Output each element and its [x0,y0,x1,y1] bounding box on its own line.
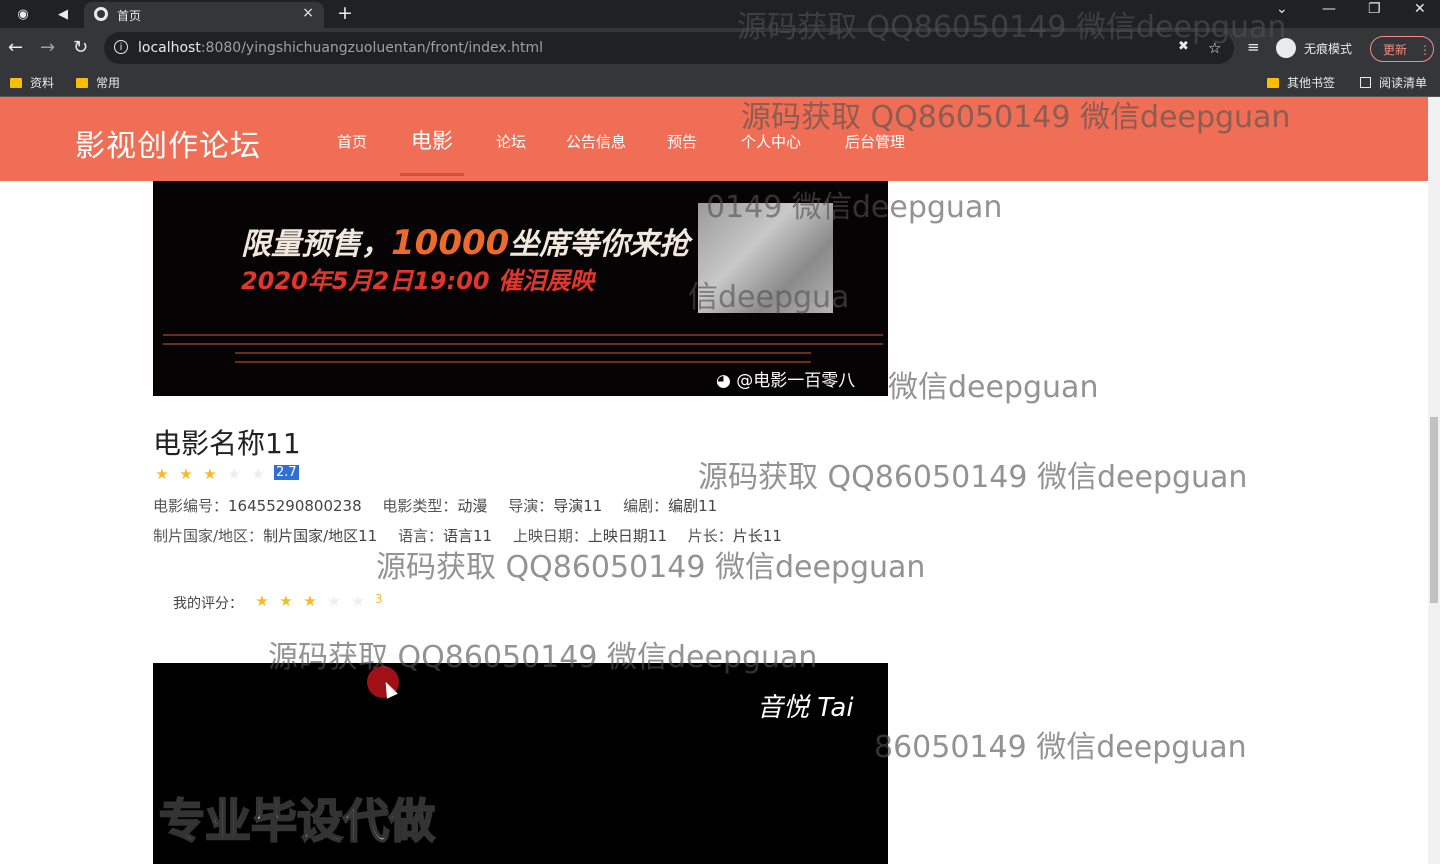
movie-info-row-1: 电影编号：16455290800238 电影类型：动漫 导演：导演11 编剧：编… [153,495,717,516]
browser-toolbar: ← → ↻ i localhost:8080/yingshichuangzuol… [0,28,1440,68]
bookmark-star-icon[interactable]: ☆ [1208,39,1221,57]
field-type-value: 动漫 [457,497,488,515]
field-language-label: 语言： [398,527,444,545]
field-id-label: 电影编号： [153,497,229,515]
browser-tab-strip: ◉ ◀ 首页 × + ⌄ — ❐ ✕ [0,0,1440,28]
reading-list-icon [1360,77,1371,88]
active-nav-indicator [400,173,464,176]
watermark: 86050149 微信deepguan [874,730,1247,765]
nav-movies[interactable]: 电影 [411,125,453,155]
field-country-label: 制片国家/地区： [153,527,264,545]
folder-icon [1267,77,1279,88]
reading-list[interactable]: 阅读清单 [1360,74,1427,91]
reading-list-icon[interactable]: ≡ [1247,38,1260,56]
movie-rating-stars: ★ ★ ★ ★ ★ [150,465,270,483]
field-country-value: 制片国家/地区11 [263,527,378,545]
minimize-button[interactable]: — [1322,1,1336,17]
nav-home[interactable]: 首页 [337,131,367,152]
folder-icon [76,77,88,88]
field-writer-value: 编剧11 [668,497,718,515]
field-director-label: 导演： [508,497,554,515]
my-rating-value: 3 [375,592,383,606]
movie-info-row-2: 制片国家/地区：制片国家/地区11 语言：语言11 上映日期：上映日期11 片长… [153,525,782,546]
address-bar[interactable]: i localhost:8080/yingshichuangzuoluentan… [104,32,1234,64]
bookmark-folder-ziliao[interactable]: 资料 [10,74,54,91]
my-rating-label: 我的评分： [173,596,243,612]
site-info-icon[interactable]: i [114,40,128,54]
new-tab-button[interactable]: + [337,2,353,24]
star-icon[interactable]: ★ [322,592,346,610]
nav-profile[interactable]: 个人中心 [741,131,801,152]
movie-poster: 限量预售，10000坐席等你来抢 2020年5月2日19:00 催泪展映 ◕ @… [153,181,888,396]
field-id-value: 16455290800238 [228,497,362,515]
poster-headline: 限量预售，10000坐席等你来抢 [241,223,690,263]
nav-forum[interactable]: 论坛 [496,131,526,152]
my-rating-stars[interactable]: ★ ★ ★ ★ ★ [250,592,370,610]
star-icon: ★ [203,465,217,483]
video-caption: 专业毕设代做 [158,793,436,849]
nav-trailers[interactable]: 预告 [667,131,697,152]
poster-credits [163,327,883,370]
video-signature: 音悦 Tai [757,693,854,723]
incognito-indicator[interactable]: 无痕模式 [1276,38,1352,58]
tab-title: 首页 [117,9,142,23]
star-icon[interactable]: ★ [250,592,274,610]
video-player[interactable]: 音悦 Tai 专业毕设代做 [153,663,888,864]
audio-tab-icon[interactable]: ◀ [54,5,72,23]
poster-date: 2020年5月2日19:00 催泪展映 [241,267,594,295]
field-writer-label: 编剧： [623,497,669,515]
pixelated-area [698,203,833,313]
field-duration-value: 片长11 [732,527,782,545]
scrollbar-thumb[interactable] [1430,417,1438,603]
watermark: 源码获取 QQ86050149 微信deepguan [698,460,1248,495]
watermark: 源码获取 QQ86050149 微信deepguan [376,550,926,585]
globe-icon [94,7,108,21]
globe-icon[interactable]: ◉ [14,5,32,23]
star-icon[interactable]: ★ [346,592,370,610]
star-icon[interactable]: ★ [298,592,322,610]
field-release-label: 上映日期： [512,527,588,545]
incognito-icon [1276,38,1296,58]
watermark: 微信deepguan [888,370,1099,405]
field-director-value: 导演11 [553,497,603,515]
tab-search-icon[interactable]: ⌄ [1276,1,1288,17]
movie-title: 电影名称11 [153,427,301,460]
star-icon: ★ [251,465,265,483]
restore-button[interactable]: ❐ [1368,1,1381,17]
star-icon: ★ [179,465,193,483]
star-icon: ★ [155,465,169,483]
url-text[interactable]: localhost:8080/yingshichuangzuoluentan/f… [138,40,543,56]
field-release-value: 上映日期11 [587,527,667,545]
update-button[interactable]: 更新 ⋮ [1370,36,1434,62]
site-logo[interactable]: 影视创作论坛 [75,121,261,165]
page-scrollbar[interactable] [1428,97,1440,864]
field-duration-label: 片长： [687,527,733,545]
menu-icon: ⋮ [1419,43,1432,57]
weibo-credit: ◕ @电影一百零八 [716,371,856,391]
other-bookmarks[interactable]: 其他书签 [1267,74,1335,91]
muted-sound-icon[interactable]: ✖ [1178,39,1189,54]
bookmark-folder-changyong[interactable]: 常用 [76,74,120,91]
close-window-button[interactable]: ✕ [1414,1,1426,17]
star-icon[interactable]: ★ [274,592,298,610]
back-icon[interactable]: ← [8,37,23,58]
bookmarks-bar: 资料 常用 其他书签 阅读清单 [0,68,1440,97]
site-header: 影视创作论坛 首页 电影 论坛 公告信息 预告 个人中心 后台管理 [0,97,1428,181]
forward-icon[interactable]: → [40,37,55,58]
nav-announcements[interactable]: 公告信息 [566,131,626,152]
reload-icon[interactable]: ↻ [73,37,88,58]
weibo-icon: ◕ [716,371,737,391]
folder-icon [10,77,22,88]
nav-admin[interactable]: 后台管理 [845,131,905,152]
field-type-label: 电影类型： [382,497,458,515]
close-icon[interactable]: × [302,5,314,21]
rating-score: 2.7 [274,465,299,480]
field-language-value: 语言11 [443,527,493,545]
browser-tab-home[interactable]: 首页 × [84,2,324,28]
star-icon: ★ [227,465,241,483]
